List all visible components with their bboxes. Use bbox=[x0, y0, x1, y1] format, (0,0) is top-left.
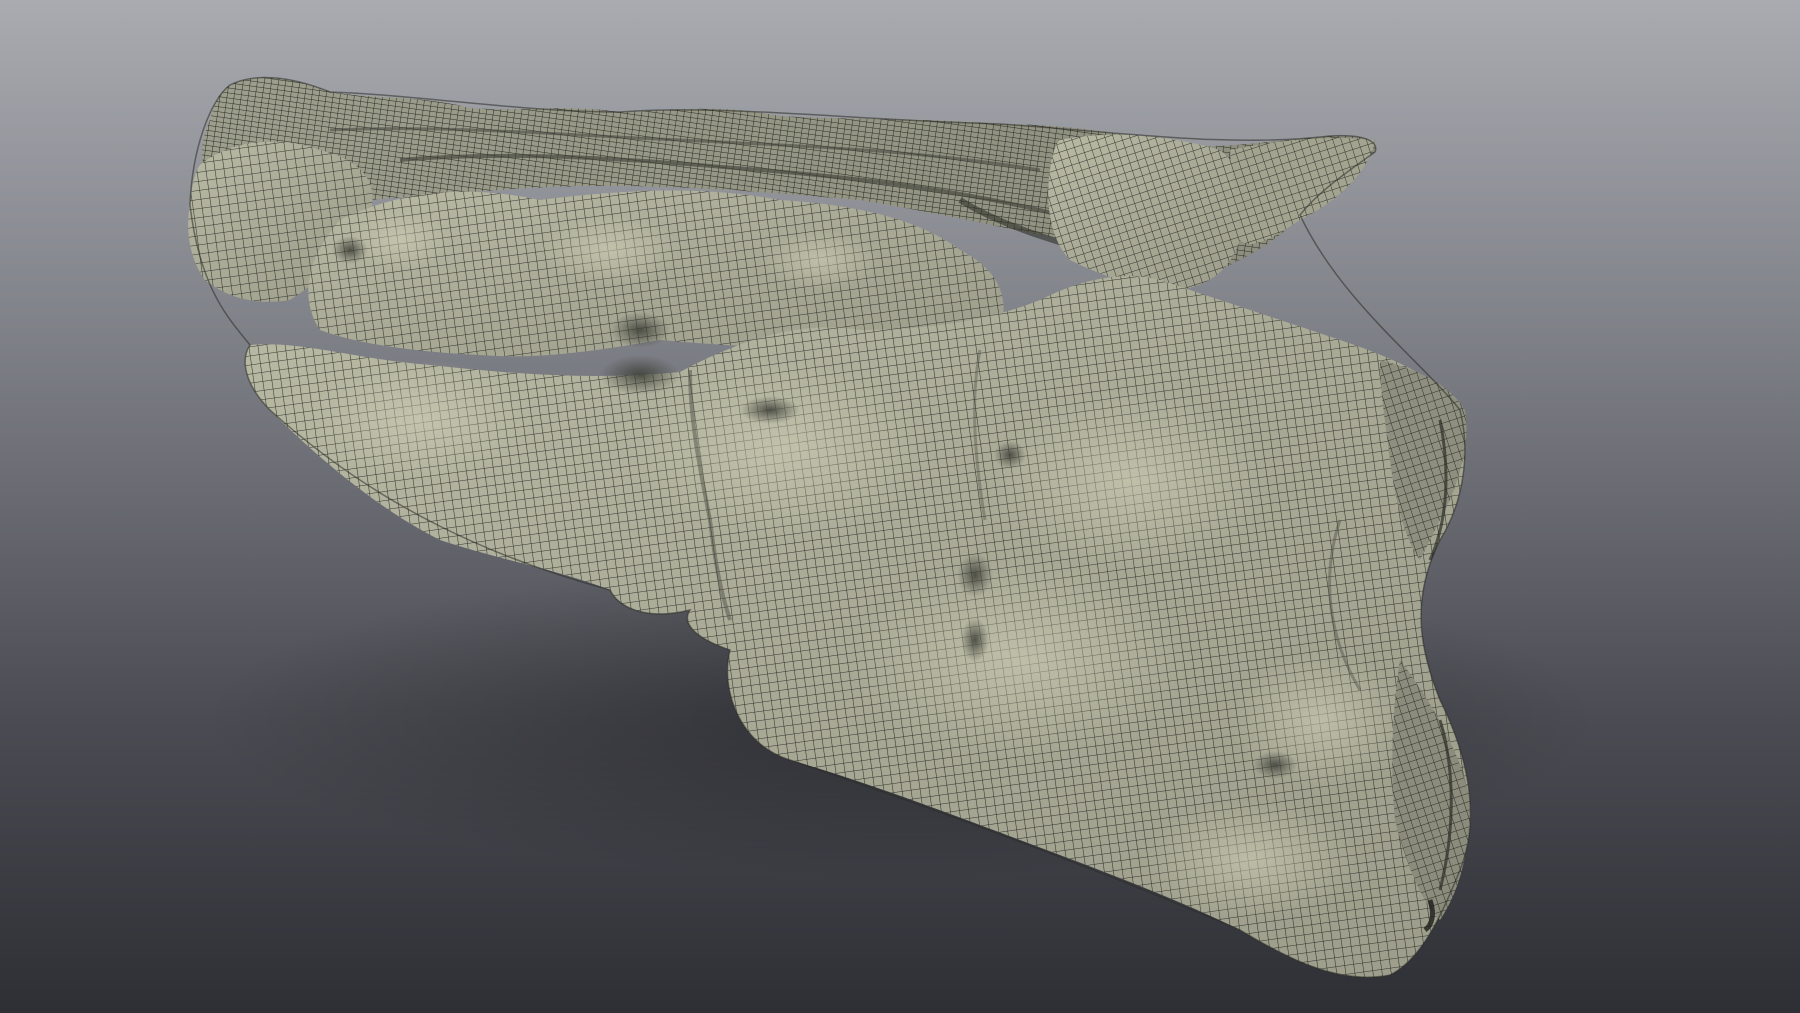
rock-mesh-render bbox=[0, 0, 1800, 1013]
3d-viewport[interactable] bbox=[0, 0, 1800, 1013]
